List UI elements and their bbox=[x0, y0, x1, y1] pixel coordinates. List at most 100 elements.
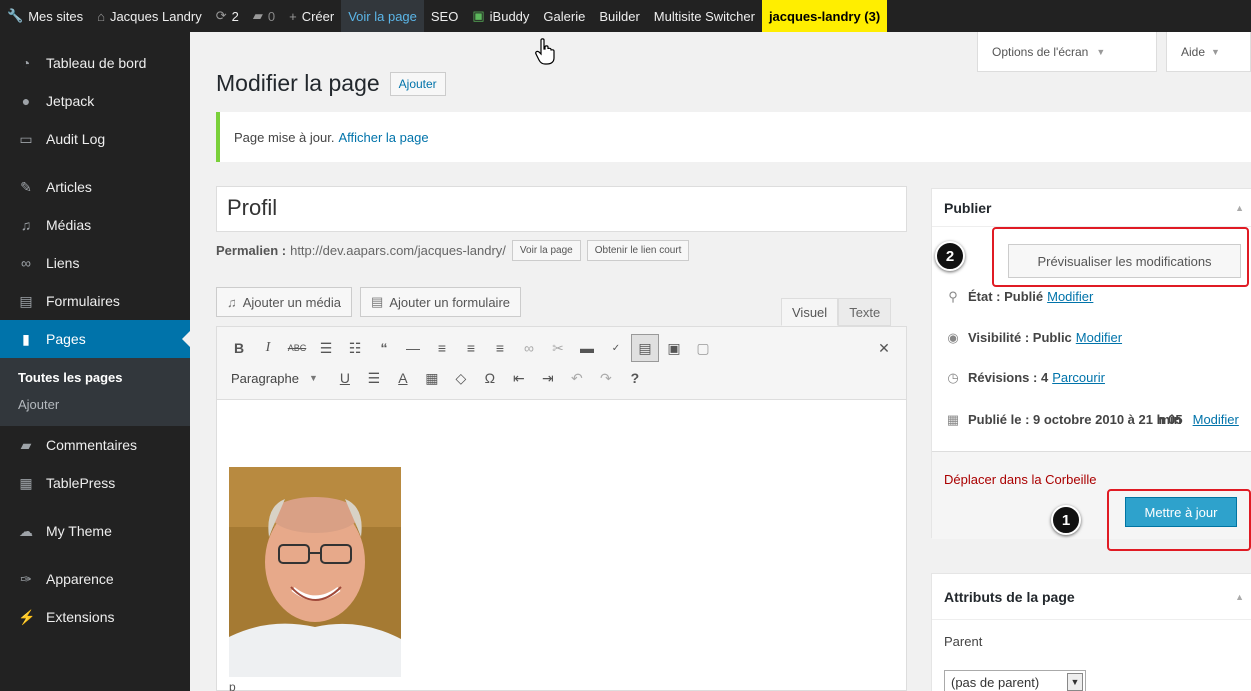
view-page-button[interactable]: Voir la page bbox=[511, 239, 581, 261]
seo-menu[interactable]: SEO bbox=[424, 0, 465, 32]
sidebar-item-tablepress[interactable]: ▦ TablePress bbox=[0, 464, 190, 502]
horizontal-line-icon[interactable]: — bbox=[399, 334, 427, 362]
sidebar-item-audit-log[interactable]: ▭ Audit Log bbox=[0, 120, 190, 158]
fullscreen-icon[interactable]: ✕ bbox=[870, 334, 898, 362]
tab-text[interactable]: Texte bbox=[838, 298, 892, 326]
bullet-list-icon[interactable]: ☰ bbox=[312, 334, 340, 362]
page-attributes-header[interactable]: Attributs de la page ▲ bbox=[932, 574, 1251, 620]
permalink-row: Permalien : http://dev.aapars.com/jacque… bbox=[216, 236, 690, 264]
media-icon: ♫ bbox=[20, 217, 32, 233]
publish-box-header[interactable]: Publier ▲ bbox=[932, 189, 1251, 227]
published-row: ▦ Publié le : 9 octobre 2010 à 21 h 05 mi… bbox=[944, 410, 1244, 430]
home-icon: ⌂ bbox=[97, 8, 105, 24]
hand-cursor-icon bbox=[535, 38, 555, 65]
dashboard-icon: ◔ bbox=[21, 55, 31, 71]
edit-status-link[interactable]: Modifier bbox=[1047, 289, 1093, 304]
ibuddy-icon: ▣ bbox=[472, 8, 485, 23]
sidebar-item-pages[interactable]: ▮ Pages bbox=[0, 320, 190, 358]
link-icon[interactable]: ∞ bbox=[515, 334, 543, 362]
insert-image-icon[interactable]: ▣ bbox=[660, 334, 688, 362]
align-right-icon[interactable]: ≡ bbox=[486, 334, 514, 362]
paste-text-icon[interactable]: ▦ bbox=[418, 364, 446, 392]
content-editor[interactable]: B I ABC ☰ ☷ “ — ≡ ≡ ≡ ∞ ✂ ▬ ✓ ▤ ▣ ▢ ✕ Pa… bbox=[216, 326, 907, 691]
post-title-input[interactable]: Profil bbox=[216, 186, 907, 232]
bold-icon[interactable]: B bbox=[225, 334, 253, 362]
sidebar-item-comments[interactable]: ▰ Commentaires bbox=[0, 426, 190, 464]
gallery-icon[interactable]: ▢ bbox=[689, 334, 717, 362]
special-char-icon[interactable]: Ω bbox=[476, 364, 504, 392]
site-name-menu[interactable]: ⌂ Jacques Landry bbox=[90, 0, 209, 32]
media-icon: ♫ bbox=[227, 294, 237, 310]
pages-icon: ▮ bbox=[22, 330, 30, 347]
help-button[interactable]: Aide ▼ bbox=[1166, 32, 1251, 72]
sidebar-item-extensions[interactable]: ⚡ Extensions bbox=[0, 598, 190, 636]
wrench-icon: 🔧 bbox=[7, 8, 24, 23]
chevron-down-icon: ▼ bbox=[1096, 46, 1106, 57]
add-new-page-button[interactable]: Ajouter bbox=[389, 71, 446, 96]
submenu-add-page[interactable]: Ajouter bbox=[0, 391, 190, 418]
user-menu[interactable]: jacques-landry (3) bbox=[761, 0, 888, 32]
align-left-icon[interactable]: ≡ bbox=[428, 334, 456, 362]
align-center-icon[interactable]: ≡ bbox=[457, 334, 485, 362]
italic-icon[interactable]: I bbox=[254, 334, 282, 362]
calendar-icon: ▦ bbox=[946, 412, 960, 427]
help-icon[interactable]: ? bbox=[621, 364, 649, 392]
builder-menu[interactable]: Builder bbox=[592, 0, 646, 32]
updates-menu[interactable]: ⟳ 2 bbox=[209, 0, 246, 32]
undo-icon[interactable]: ↶ bbox=[563, 364, 591, 392]
spellcheck-icon[interactable]: ✓ bbox=[602, 334, 630, 362]
comment-icon: ▰ bbox=[20, 436, 32, 453]
submenu-all-pages[interactable]: Toutes les pages bbox=[0, 364, 190, 391]
sidebar-item-forms[interactable]: ▤ Formulaires bbox=[0, 282, 190, 320]
add-media-button[interactable]: ♫ Ajouter un média bbox=[216, 287, 353, 317]
profile-photo bbox=[229, 467, 401, 677]
gallery-menu[interactable]: Galerie bbox=[536, 0, 592, 32]
new-menu[interactable]: + Créer bbox=[282, 0, 341, 32]
sidebar-item-my-theme[interactable]: ☁ My Theme bbox=[0, 512, 190, 550]
comments-menu[interactable]: ▰ 0 bbox=[246, 0, 282, 32]
link-icon: ∞ bbox=[21, 255, 31, 271]
page-attributes-box: Attributs de la page ▲ Parent (pas de par… bbox=[931, 573, 1251, 691]
update-callout-box bbox=[1107, 489, 1251, 551]
my-sites-menu[interactable]: 🔧 Mes sites bbox=[0, 0, 90, 32]
sidebar-item-media[interactable]: ♫ Médias bbox=[0, 206, 190, 244]
sidebar-item-articles[interactable]: ✎ Articles bbox=[0, 168, 190, 206]
edit-visibility-link[interactable]: Modifier bbox=[1076, 330, 1122, 345]
sidebar-item-links[interactable]: ∞ Liens bbox=[0, 244, 190, 282]
browse-revisions-link[interactable]: Parcourir bbox=[1052, 370, 1105, 385]
sidebar-item-jetpack[interactable]: ● Jetpack bbox=[0, 82, 190, 120]
justify-icon[interactable]: ☰ bbox=[360, 364, 388, 392]
status-row: ⚲ État : Publié Modifier bbox=[944, 289, 1093, 305]
screen-options-button[interactable]: Options de l'écran ▼ bbox=[977, 32, 1157, 72]
permalink-url[interactable]: http://dev.aapars.com/jacques-landry/ bbox=[290, 243, 506, 258]
add-form-button[interactable]: ▤ Ajouter un formulaire bbox=[360, 287, 521, 317]
indent-icon[interactable]: ⇥ bbox=[534, 364, 562, 392]
parent-select[interactable]: (pas de parent) ▼ bbox=[944, 670, 1086, 691]
ibuddy-menu[interactable]: ▣ iBuddy bbox=[465, 0, 536, 32]
underline-icon[interactable]: U bbox=[331, 364, 359, 392]
strikethrough-icon[interactable]: ABC bbox=[283, 334, 311, 362]
sidebar-item-dashboard[interactable]: ◔ Tableau de bord bbox=[0, 44, 190, 82]
toolbar-toggle-icon[interactable]: ▤ bbox=[631, 334, 659, 362]
multisite-switcher-menu[interactable]: Multisite Switcher bbox=[647, 0, 762, 32]
move-to-trash-link[interactable]: Déplacer dans la Corbeille bbox=[944, 472, 1096, 487]
view-page-link[interactable]: Voir la page bbox=[341, 0, 424, 32]
chevron-down-icon: ▼ bbox=[308, 373, 318, 383]
get-shortlink-button[interactable]: Obtenir le lien court bbox=[586, 239, 690, 261]
unlink-icon[interactable]: ✂ bbox=[544, 334, 572, 362]
read-more-icon[interactable]: ▬ bbox=[573, 334, 601, 362]
clear-formatting-icon[interactable]: ◇ bbox=[447, 364, 475, 392]
text-color-icon[interactable]: A bbox=[389, 364, 417, 392]
blockquote-icon[interactable]: “ bbox=[370, 334, 398, 362]
edit-date-link[interactable]: Modifier bbox=[1193, 410, 1239, 430]
format-select[interactable]: Paragraphe ▼ bbox=[225, 365, 324, 391]
outdent-icon[interactable]: ⇤ bbox=[505, 364, 533, 392]
sidebar-item-appearance[interactable]: ✑ Apparence bbox=[0, 560, 190, 598]
numbered-list-icon[interactable]: ☷ bbox=[341, 334, 369, 362]
view-page-notice-link[interactable]: Afficher la page bbox=[338, 130, 428, 145]
audit-icon: ▭ bbox=[19, 130, 33, 147]
redo-icon[interactable]: ↷ bbox=[592, 364, 620, 392]
admin-bar: 🔧 Mes sites ⌂ Jacques Landry ⟳ 2 ▰ 0 + Créer … bbox=[0, 0, 1251, 32]
tab-visual[interactable]: Visuel bbox=[781, 298, 839, 326]
revisions-row: ◷ Révisions : 4 Parcourir bbox=[944, 370, 1105, 386]
